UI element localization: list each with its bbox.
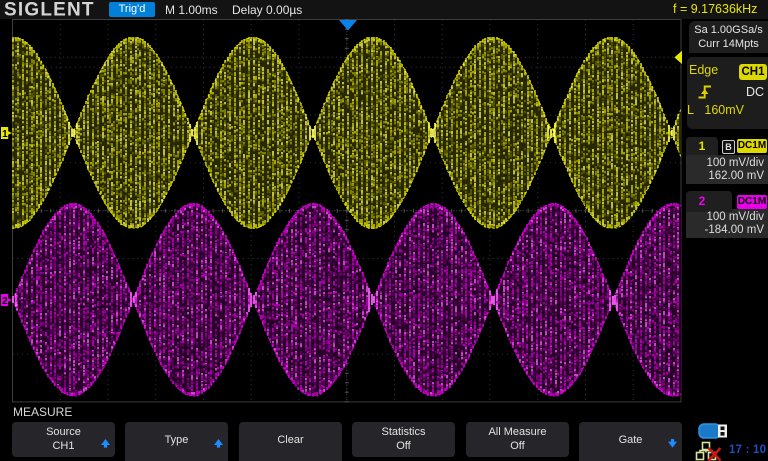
svg-text:2: 2 — [2, 296, 8, 307]
svg-text:1: 1 — [2, 129, 8, 140]
